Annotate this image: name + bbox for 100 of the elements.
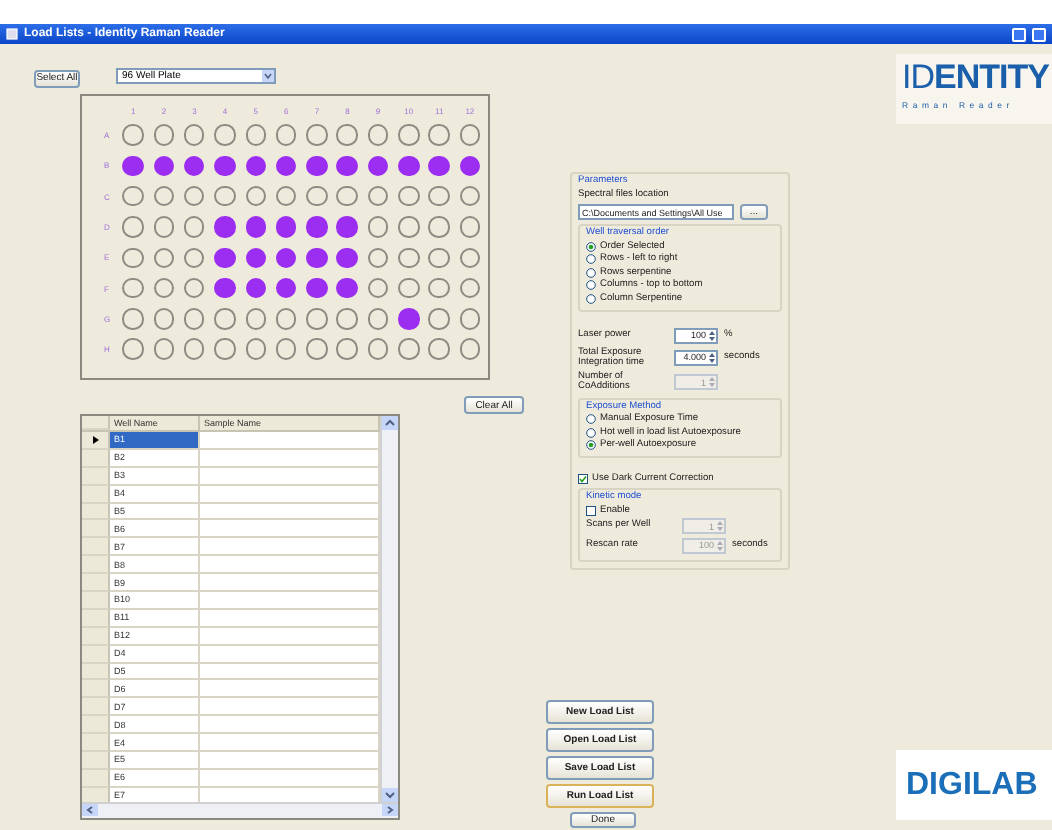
well[interactable] <box>153 124 175 146</box>
minimize-button[interactable] <box>1012 27 1026 41</box>
well[interactable] <box>398 216 420 238</box>
well[interactable] <box>214 338 236 360</box>
well[interactable] <box>275 185 297 207</box>
well[interactable] <box>428 155 450 177</box>
well[interactable] <box>153 185 175 207</box>
scroll-left-icon[interactable] <box>82 804 98 816</box>
well[interactable] <box>214 308 236 330</box>
well[interactable] <box>459 185 481 207</box>
well[interactable] <box>367 155 389 177</box>
well[interactable] <box>398 338 420 360</box>
horizontal-scrollbar[interactable] <box>82 802 398 818</box>
well[interactable] <box>398 185 420 207</box>
table-cell[interactable] <box>200 645 380 664</box>
well[interactable] <box>214 185 236 207</box>
well[interactable] <box>306 277 328 299</box>
well[interactable] <box>336 155 358 177</box>
radio-button[interactable] <box>586 241 596 251</box>
well[interactable] <box>428 216 450 238</box>
well[interactable] <box>122 338 144 360</box>
well[interactable] <box>306 247 328 269</box>
spinner-icon[interactable] <box>708 351 716 364</box>
well[interactable] <box>275 338 297 360</box>
well[interactable] <box>275 124 297 146</box>
table-cell[interactable] <box>200 503 380 521</box>
table-cell[interactable] <box>200 769 380 788</box>
well[interactable] <box>275 308 297 330</box>
checkbox[interactable] <box>578 474 588 485</box>
well[interactable] <box>336 277 358 299</box>
well[interactable] <box>459 124 481 146</box>
dropdown-arrow-icon[interactable] <box>262 69 274 81</box>
well[interactable] <box>122 247 144 269</box>
well[interactable] <box>122 216 144 238</box>
checkbox[interactable] <box>586 505 596 516</box>
table-cell[interactable] <box>200 467 380 486</box>
table-cell[interactable] <box>200 485 380 504</box>
well[interactable] <box>183 247 205 269</box>
table-cell[interactable] <box>200 698 380 717</box>
radio-button[interactable] <box>586 254 596 264</box>
table-cell[interactable] <box>200 574 380 593</box>
table-cell[interactable] <box>200 520 380 539</box>
scroll-down-icon[interactable] <box>382 788 398 802</box>
well[interactable] <box>183 216 205 238</box>
well[interactable] <box>367 308 389 330</box>
well[interactable] <box>214 277 236 299</box>
radio-button[interactable] <box>586 293 596 303</box>
well[interactable] <box>306 155 328 177</box>
well[interactable] <box>367 247 389 269</box>
table-cell[interactable] <box>200 680 380 699</box>
well[interactable] <box>183 155 205 177</box>
radio-button[interactable] <box>586 427 596 438</box>
vertical-scrollbar[interactable] <box>380 416 398 802</box>
well[interactable] <box>459 308 481 330</box>
well[interactable] <box>245 247 267 269</box>
well[interactable] <box>428 124 450 146</box>
well[interactable] <box>153 338 175 360</box>
table-cell[interactable] <box>200 556 380 575</box>
well[interactable] <box>336 247 358 269</box>
well[interactable] <box>336 308 358 330</box>
well[interactable] <box>122 308 144 330</box>
well[interactable] <box>336 338 358 360</box>
radio-button[interactable] <box>586 280 596 290</box>
well[interactable] <box>183 185 205 207</box>
well[interactable] <box>153 308 175 330</box>
well[interactable] <box>245 308 267 330</box>
well[interactable] <box>183 124 205 146</box>
well[interactable] <box>183 277 205 299</box>
well[interactable] <box>306 185 328 207</box>
well[interactable] <box>336 124 358 146</box>
radio-button[interactable] <box>586 440 596 451</box>
table-cell[interactable] <box>200 432 380 450</box>
well[interactable] <box>428 338 450 360</box>
table-cell[interactable] <box>200 663 380 681</box>
well[interactable] <box>398 277 420 299</box>
table-cell[interactable] <box>200 752 380 770</box>
well[interactable] <box>398 308 420 330</box>
maximize-button[interactable] <box>1032 27 1046 41</box>
well[interactable] <box>428 185 450 207</box>
table-cell[interactable] <box>200 592 380 610</box>
table-cell[interactable] <box>200 609 380 628</box>
well[interactable] <box>367 216 389 238</box>
scroll-right-icon[interactable] <box>382 804 398 816</box>
well[interactable] <box>245 124 267 146</box>
well[interactable] <box>367 277 389 299</box>
well[interactable] <box>306 124 328 146</box>
well[interactable] <box>275 155 297 177</box>
table-cell[interactable] <box>200 449 380 468</box>
well[interactable] <box>214 124 236 146</box>
well[interactable] <box>183 338 205 360</box>
row-header[interactable] <box>82 432 110 450</box>
well[interactable] <box>245 277 267 299</box>
well[interactable] <box>275 247 297 269</box>
well[interactable] <box>459 277 481 299</box>
well[interactable] <box>214 216 236 238</box>
well[interactable] <box>459 216 481 238</box>
well[interactable] <box>367 124 389 146</box>
well[interactable] <box>428 247 450 269</box>
well[interactable] <box>336 185 358 207</box>
well[interactable] <box>275 277 297 299</box>
